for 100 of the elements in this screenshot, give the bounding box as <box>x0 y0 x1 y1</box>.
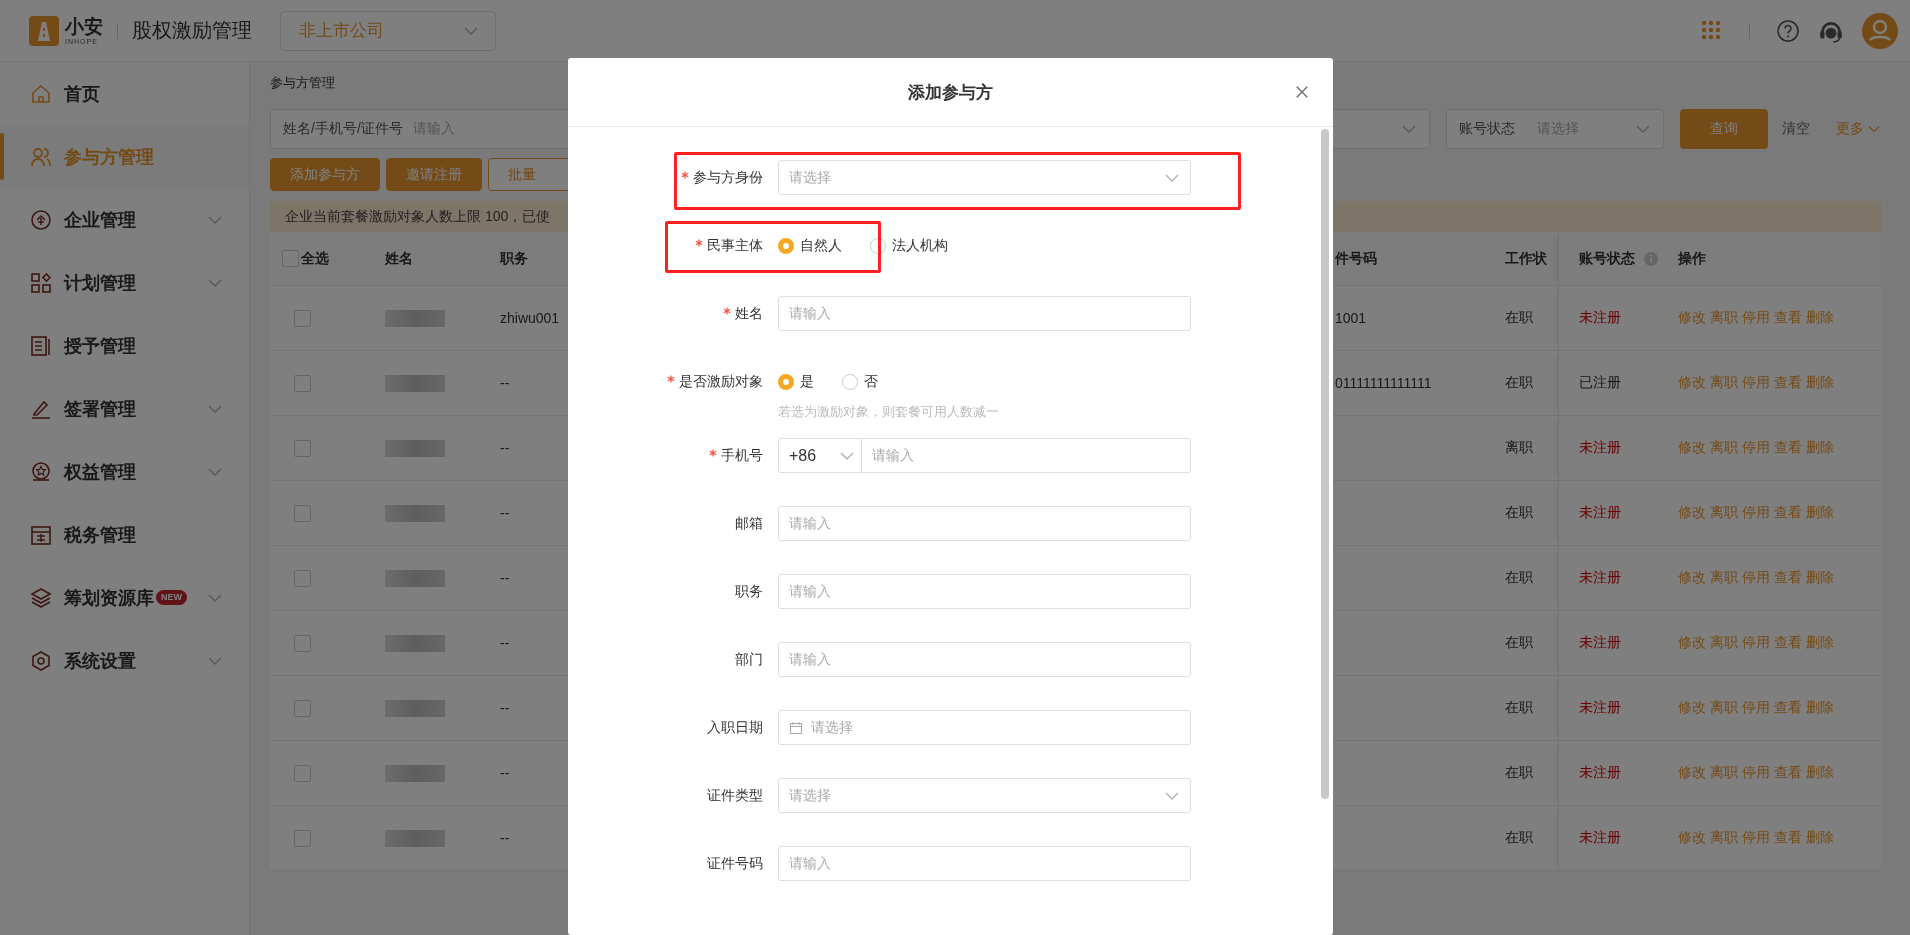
input-field[interactable]: 请输入 <box>778 642 1191 677</box>
row-action-link[interactable]: 停用 <box>1742 439 1770 457</box>
row-action-link[interactable]: 修改 <box>1678 634 1706 652</box>
row-action-link[interactable]: 查看 <box>1774 764 1802 782</box>
sidebar-item[interactable]: 计划管理 <box>0 251 249 314</box>
radio-option[interactable]: 是 <box>778 372 814 391</box>
sidebar-item[interactable]: 首页 <box>0 62 249 125</box>
row-action-link[interactable]: 查看 <box>1774 439 1802 457</box>
row-action-link[interactable]: 删除 <box>1806 504 1834 522</box>
sidebar-item[interactable]: 税务管理 <box>0 503 249 566</box>
row-checkbox[interactable] <box>294 309 311 327</box>
clear-link[interactable]: 清空 <box>1782 120 1810 138</box>
row-action-link[interactable]: 修改 <box>1678 504 1706 522</box>
sidebar-item[interactable]: 企业管理 <box>0 188 249 251</box>
row-action-link[interactable]: 删除 <box>1806 634 1834 652</box>
row-action-link[interactable]: 离职 <box>1710 764 1738 782</box>
row-action-link[interactable]: 离职 <box>1710 374 1738 392</box>
row-action-link[interactable]: 停用 <box>1742 309 1770 327</box>
status-text: 未注册 <box>1579 764 1621 782</box>
field-label: 是否激励对象 <box>679 372 763 391</box>
sidebar-item[interactable]: 筹划资源库 NEW <box>0 566 249 629</box>
table-cell: 在职 <box>1505 764 1533 782</box>
table-cell: 在职 <box>1505 374 1533 392</box>
table-cell: 在职 <box>1505 504 1533 522</box>
field-label: 职务 <box>735 582 763 601</box>
blurred-name <box>385 439 445 457</box>
row-action-link[interactable]: 停用 <box>1742 634 1770 652</box>
row-action-link[interactable]: 离职 <box>1710 439 1738 457</box>
row-action-link[interactable]: 修改 <box>1678 829 1706 847</box>
row-action-link[interactable]: 查看 <box>1774 569 1802 587</box>
row-action-link[interactable]: 停用 <box>1742 504 1770 522</box>
row-action-link[interactable]: 离职 <box>1710 699 1738 717</box>
row-action-link[interactable]: 停用 <box>1742 569 1770 587</box>
row-action-link[interactable]: 停用 <box>1742 829 1770 847</box>
help-icon <box>1776 18 1800 43</box>
row-action-link[interactable]: 修改 <box>1678 374 1706 392</box>
input-field[interactable]: 请输入 <box>778 846 1191 881</box>
sidebar-item[interactable]: 参与方管理 <box>0 125 249 188</box>
row-action-link[interactable]: 离职 <box>1710 569 1738 587</box>
row-action-link[interactable]: 查看 <box>1774 699 1802 717</box>
row-checkbox[interactable] <box>294 374 311 392</box>
query-button[interactable]: 查询 <box>1680 109 1768 149</box>
input-field[interactable]: 请输入 <box>778 296 1191 331</box>
input-field[interactable]: 请输入 <box>778 506 1191 541</box>
chevron-down-icon <box>1867 123 1881 135</box>
row-checkbox[interactable] <box>294 764 311 782</box>
row-action-link[interactable]: 删除 <box>1806 699 1834 717</box>
row-checkbox[interactable] <box>294 504 311 522</box>
radio-option[interactable]: 否 <box>842 372 878 391</box>
table-cell: 1001 <box>1335 310 1367 326</box>
row-checkbox[interactable] <box>294 699 311 717</box>
radio-option[interactable]: 法人机构 <box>870 236 948 255</box>
row-checkbox[interactable] <box>294 634 311 652</box>
row-action-link[interactable]: 离职 <box>1710 504 1738 522</box>
sidebar-item[interactable]: 系统设置 <box>0 629 249 692</box>
sidebar-item[interactable]: 授予管理 <box>0 314 249 377</box>
row-action-link[interactable]: 修改 <box>1678 699 1706 717</box>
row-checkbox[interactable] <box>294 439 311 457</box>
radio-option[interactable]: 自然人 <box>778 236 842 255</box>
row-action-link[interactable]: 修改 <box>1678 309 1706 327</box>
column-header: 全选 <box>301 249 329 268</box>
action-button[interactable]: 添加参与方 <box>270 158 380 191</box>
row-action-link[interactable]: 修改 <box>1678 764 1706 782</box>
status-text: 未注册 <box>1579 634 1621 652</box>
status-text: 未注册 <box>1579 309 1621 327</box>
row-action-link[interactable]: 离职 <box>1710 309 1738 327</box>
row-action-link[interactable]: 修改 <box>1678 569 1706 587</box>
table-cell: -- <box>500 635 510 651</box>
row-action-link[interactable]: 删除 <box>1806 829 1834 847</box>
row-action-link[interactable]: 查看 <box>1774 634 1802 652</box>
select-field[interactable]: 请选择 <box>778 778 1191 813</box>
row-action-link[interactable]: 离职 <box>1710 634 1738 652</box>
row-action-link[interactable]: 离职 <box>1710 829 1738 847</box>
select-field[interactable]: 请选择 <box>778 160 1191 195</box>
row-action-link[interactable]: 删除 <box>1806 374 1834 392</box>
sidebar-item[interactable]: 签署管理 <box>0 377 249 440</box>
row-action-link[interactable]: 停用 <box>1742 764 1770 782</box>
dialog-title: 添加参与方 <box>908 81 993 104</box>
date-field[interactable]: 请选择 <box>778 710 1191 745</box>
scrollbar[interactable] <box>1321 129 1329 799</box>
more-link[interactable]: 更多 <box>1836 120 1881 138</box>
company-select[interactable]: 非上市公司 <box>280 10 496 51</box>
row-action-link[interactable]: 删除 <box>1806 764 1834 782</box>
row-checkbox[interactable] <box>294 569 311 587</box>
row-action-link[interactable]: 删除 <box>1806 309 1834 327</box>
action-button[interactable]: 邀请注册 <box>386 158 482 191</box>
row-action-link[interactable]: 停用 <box>1742 374 1770 392</box>
row-action-link[interactable]: 查看 <box>1774 309 1802 327</box>
sidebar-item[interactable]: 权益管理 <box>0 440 249 503</box>
row-action-link[interactable]: 修改 <box>1678 439 1706 457</box>
row-action-link[interactable]: 查看 <box>1774 829 1802 847</box>
row-action-link[interactable]: 删除 <box>1806 439 1834 457</box>
row-checkbox[interactable] <box>294 829 311 847</box>
input-field[interactable]: 请输入 <box>778 574 1191 609</box>
row-action-link[interactable]: 查看 <box>1774 504 1802 522</box>
select-all-checkbox[interactable] <box>282 250 299 267</box>
row-action-link[interactable]: 查看 <box>1774 374 1802 392</box>
field-label: 入职日期 <box>707 718 763 737</box>
row-action-link[interactable]: 停用 <box>1742 699 1770 717</box>
row-action-link[interactable]: 删除 <box>1806 569 1834 587</box>
